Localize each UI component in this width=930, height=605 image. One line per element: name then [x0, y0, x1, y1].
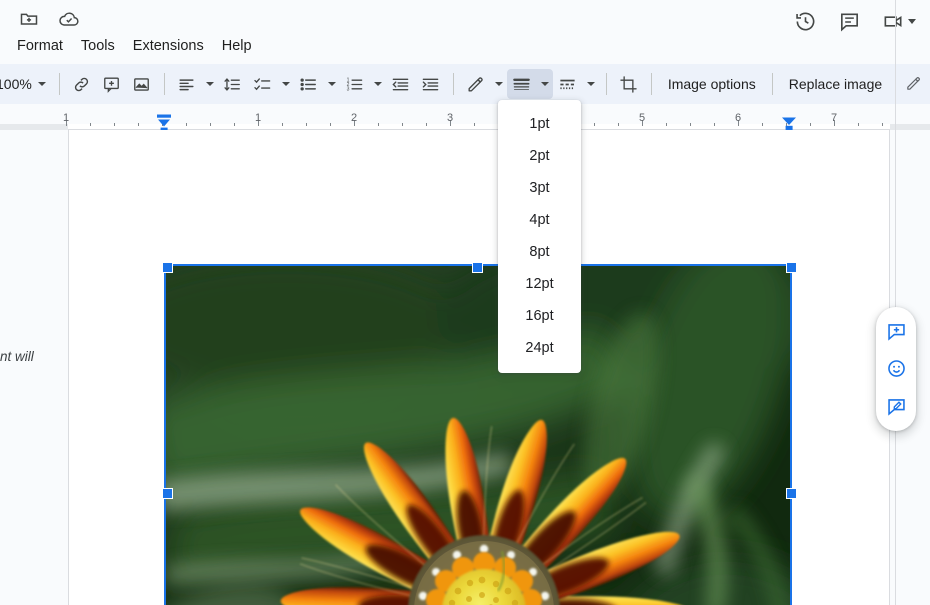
menu-item-tools[interactable]: Tools — [72, 34, 124, 58]
chevron-down-icon[interactable] — [37, 82, 46, 86]
resize-handle-top-left[interactable] — [162, 262, 173, 273]
svg-text:3: 3 — [347, 86, 350, 92]
menu-option-16pt[interactable]: 16pt — [498, 300, 581, 332]
chevron-down-icon[interactable] — [491, 69, 507, 99]
chevron-down-icon[interactable] — [370, 69, 386, 99]
zoom-select[interactable]: 100% — [0, 72, 52, 96]
chevron-down-icon[interactable] — [908, 18, 916, 24]
numbered-list-control[interactable]: 1 2 3 — [340, 69, 386, 99]
menu-item-format[interactable]: Format — [8, 34, 72, 58]
zoom-value: 100% — [0, 76, 32, 92]
svg-text:6: 6 — [735, 112, 741, 124]
page-right-edge — [895, 0, 896, 605]
svg-text:1: 1 — [255, 112, 261, 124]
increase-indent-button[interactable] — [416, 69, 446, 99]
svg-text:5: 5 — [639, 112, 645, 124]
toolbar-divider — [58, 73, 60, 95]
menu-option-8pt[interactable]: 8pt — [498, 236, 581, 268]
border-weight-menu[interactable]: 1pt 2pt 3pt 4pt 8pt 12pt 16pt 24pt — [498, 100, 581, 373]
checklist-control[interactable] — [248, 69, 294, 99]
border-color-control[interactable] — [461, 69, 507, 99]
chevron-down-icon[interactable] — [324, 69, 340, 99]
svg-text:7: 7 — [831, 112, 837, 124]
chevron-down-icon[interactable] — [202, 69, 218, 99]
line-spacing-button[interactable] — [218, 69, 248, 99]
chevron-down-icon[interactable] — [583, 69, 599, 99]
header-doc-icons — [18, 8, 80, 30]
numbered-list-icon[interactable]: 1 2 3 — [340, 69, 370, 99]
menu-option-4pt[interactable]: 4pt — [498, 204, 581, 236]
comment-plus-icon[interactable] — [880, 316, 912, 348]
google-docs-window: Format Tools Extensions Help 00% 1 2 3 I… — [0, 0, 930, 605]
toolbar-divider — [452, 73, 454, 95]
svg-text:2: 2 — [351, 112, 357, 124]
border-weight-icon[interactable] — [507, 69, 537, 99]
gazania-flower-photo — [166, 266, 790, 605]
bulleted-list-icon[interactable] — [294, 69, 324, 99]
header-bar: Format Tools Extensions Help — [0, 0, 930, 64]
move-to-folder-icon[interactable] — [18, 8, 40, 30]
suggest-edit-icon[interactable] — [880, 390, 912, 422]
videocam-icon[interactable] — [881, 9, 905, 33]
editing-mode-icon[interactable] — [905, 75, 922, 97]
resize-handle-top-center[interactable] — [472, 262, 483, 273]
chevron-down-icon[interactable] — [278, 69, 294, 99]
menu-item-help[interactable]: Help — [213, 34, 261, 58]
menu-option-24pt[interactable]: 24pt — [498, 332, 581, 364]
toolbar: 100% — [0, 64, 930, 104]
menu-option-2pt[interactable]: 2pt — [498, 140, 581, 172]
bulleted-list-control[interactable] — [294, 69, 340, 99]
side-toolbar — [876, 307, 916, 431]
emoji-icon[interactable] — [880, 353, 912, 385]
document-area: nt will — [0, 130, 930, 605]
replace-image-button[interactable]: Replace image — [780, 71, 891, 97]
partial-paragraph-text: nt will — [0, 349, 34, 364]
add-comment-button[interactable] — [97, 69, 127, 99]
cloud-check-icon[interactable] — [58, 8, 80, 30]
resize-handle-top-right[interactable] — [786, 262, 797, 273]
pencil-icon[interactable] — [461, 69, 491, 99]
align-left-icon[interactable] — [172, 69, 202, 99]
selected-image[interactable] — [164, 264, 792, 605]
chevron-down-icon[interactable] — [537, 69, 553, 99]
image-options-button[interactable]: Image options — [659, 71, 765, 97]
border-dash-icon[interactable] — [553, 69, 583, 99]
menu-bar: Format Tools Extensions Help — [8, 34, 261, 58]
crop-image-button[interactable] — [614, 69, 644, 99]
menu-option-3pt[interactable]: 3pt — [498, 172, 581, 204]
menu-item-extensions[interactable]: Extensions — [124, 34, 213, 58]
toolbar-divider — [771, 73, 773, 95]
toolbar-divider — [650, 73, 652, 95]
resize-handle-middle-right[interactable] — [786, 488, 797, 499]
insert-image-button[interactable] — [127, 69, 157, 99]
ruler[interactable]: 1 1 2 3 4 5 6 7 — [0, 104, 930, 132]
border-weight-control[interactable] — [506, 69, 553, 99]
menu-option-12pt[interactable]: 12pt — [498, 268, 581, 300]
version-history-icon[interactable] — [793, 9, 817, 33]
svg-text:3: 3 — [447, 112, 453, 124]
svg-text:1: 1 — [63, 112, 69, 124]
resize-handle-middle-left[interactable] — [162, 488, 173, 499]
menu-option-1pt[interactable]: 1pt — [498, 108, 581, 140]
video-call-button[interactable] — [881, 9, 916, 33]
header-actions — [793, 9, 916, 33]
insert-link-button[interactable] — [67, 69, 97, 99]
decrease-indent-button[interactable] — [386, 69, 416, 99]
align-control[interactable] — [172, 69, 218, 99]
comment-icon[interactable] — [837, 9, 861, 33]
border-dash-control[interactable] — [553, 69, 599, 99]
checklist-icon[interactable] — [248, 69, 278, 99]
toolbar-divider — [605, 73, 607, 95]
toolbar-divider — [163, 73, 165, 95]
